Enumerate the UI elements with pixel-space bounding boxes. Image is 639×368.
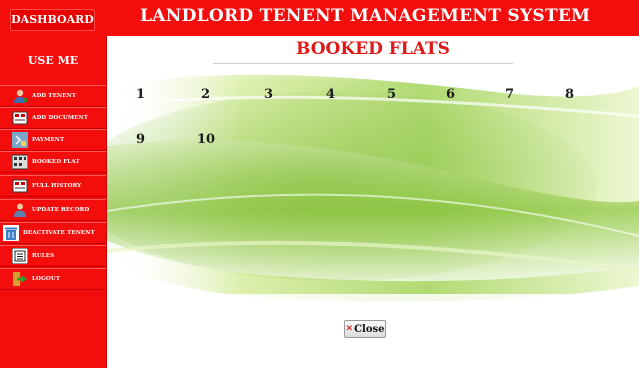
sidebar-heading: USE ME bbox=[27, 54, 79, 67]
sidebar-item-label: DEACTIVATE TENENT bbox=[23, 230, 95, 236]
sidebar-item-deactivate-tenent[interactable]: DEACTIVATE TENENT bbox=[0, 222, 106, 244]
sidebar-item-label: LOGOUT bbox=[32, 276, 61, 282]
flat-number[interactable]: 3 bbox=[264, 87, 273, 102]
flat-number[interactable]: 9 bbox=[136, 132, 145, 147]
sidebar-item-update-record[interactable]: UPDATE RECORD bbox=[0, 199, 106, 221]
flat-number[interactable]: 10 bbox=[197, 132, 215, 147]
sidebar-item-label: RULES bbox=[32, 253, 55, 259]
sidebar-item-label: PAYMENT bbox=[32, 137, 65, 143]
close-icon: ✕ bbox=[345, 324, 354, 334]
close-button[interactable]: ✕ Close bbox=[344, 320, 386, 338]
sidebar-item-label: ADD DOCUMENT bbox=[32, 115, 88, 121]
sidebar-item-label: ADD TENENT bbox=[32, 93, 77, 99]
sidebar-item-add-document[interactable]: ADD DOCUMENT bbox=[0, 107, 106, 129]
flat-number[interactable]: 6 bbox=[446, 87, 455, 102]
history-icon bbox=[12, 178, 28, 194]
flat-number[interactable]: 8 bbox=[565, 87, 574, 102]
sidebar-item-payment[interactable]: PAYMENT bbox=[0, 129, 106, 151]
sidebar-item-full-history[interactable]: FULL HISTORY bbox=[0, 175, 106, 197]
sidebar: USE ME ADD TENENT ADD DOCUMENT PAYMENT B… bbox=[0, 36, 107, 368]
dashboard-button[interactable]: DASHBOARD bbox=[10, 9, 95, 31]
sidebar-item-label: BOOKED FLAT bbox=[32, 159, 80, 165]
sidebar-item-add-tenent[interactable]: ADD TENENT bbox=[0, 85, 106, 107]
logout-icon bbox=[12, 271, 28, 287]
payment-icon bbox=[12, 132, 28, 148]
sidebar-item-logout[interactable]: LOGOUT bbox=[0, 268, 106, 290]
top-bar: DASHBOARD LANDLORD TENENT MANAGEMENT SYS… bbox=[0, 0, 639, 36]
update-user-icon bbox=[12, 202, 28, 218]
close-button-label: Close bbox=[354, 323, 385, 335]
building-icon bbox=[12, 154, 28, 170]
background-wave bbox=[107, 36, 639, 368]
sidebar-item-booked-flat[interactable]: BOOKED FLAT bbox=[0, 151, 106, 173]
app-title: LANDLORD TENENT MANAGEMENT SYSTEM bbox=[140, 6, 591, 26]
flat-number[interactable]: 1 bbox=[136, 87, 145, 102]
flat-number[interactable]: 4 bbox=[326, 87, 335, 102]
rules-icon bbox=[12, 248, 28, 264]
user-icon bbox=[12, 88, 28, 104]
flat-number[interactable]: 5 bbox=[387, 87, 396, 102]
sidebar-item-label: UPDATE RECORD bbox=[32, 207, 90, 213]
sidebar-item-rules[interactable]: RULES bbox=[0, 245, 106, 267]
main-content: BOOKED FLATS 1 2 3 4 5 6 7 8 9 10 ✕ Clos… bbox=[107, 36, 639, 368]
flat-number[interactable]: 2 bbox=[201, 87, 210, 102]
title-divider bbox=[213, 63, 513, 64]
flat-number[interactable]: 7 bbox=[505, 87, 514, 102]
sidebar-item-label: FULL HISTORY bbox=[32, 183, 82, 189]
page-title: BOOKED FLATS bbox=[296, 39, 450, 59]
trash-icon bbox=[3, 225, 19, 241]
document-icon bbox=[12, 110, 28, 126]
